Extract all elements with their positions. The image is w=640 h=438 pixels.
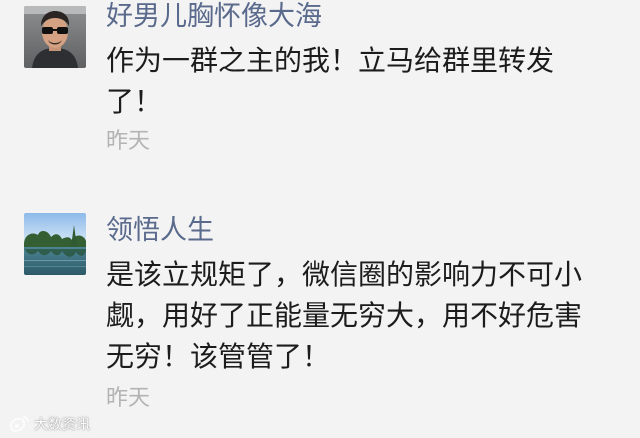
comment-content: 是该立规矩了，微信圈的影响力不可小 觑，用好了正能量无穷大，用不好危害 无穷！该… (106, 258, 583, 373)
comment-content: 作为一群之主的我！立马给群里转发 了！ (106, 44, 555, 118)
comment-username[interactable]: 好男儿胸怀像大海 (106, 0, 322, 35)
comment-username[interactable]: 领悟人生 (106, 213, 214, 249)
lake-landscape-avatar-icon (24, 213, 86, 275)
comment-time: 昨天 (106, 386, 151, 411)
avatar[interactable] (24, 213, 86, 275)
watermark: 大数资讯 (8, 413, 90, 435)
watermark-text: 大数资讯 (34, 417, 90, 433)
weibo-logo-icon (10, 416, 29, 432)
comment-item: 领悟人生 是该立规矩了，微信圈的影响力不可小 觑，用好了正能量无穷大，用不好危害… (0, 199, 640, 438)
avatar[interactable] (24, 6, 86, 68)
comment-item: 好男儿胸怀像大海 作为一群之主的我！立马给群里转发 了！ 昨天 (0, 0, 640, 198)
comment-time: 昨天 (106, 129, 151, 154)
man-with-sunglasses-avatar-icon (24, 6, 86, 68)
